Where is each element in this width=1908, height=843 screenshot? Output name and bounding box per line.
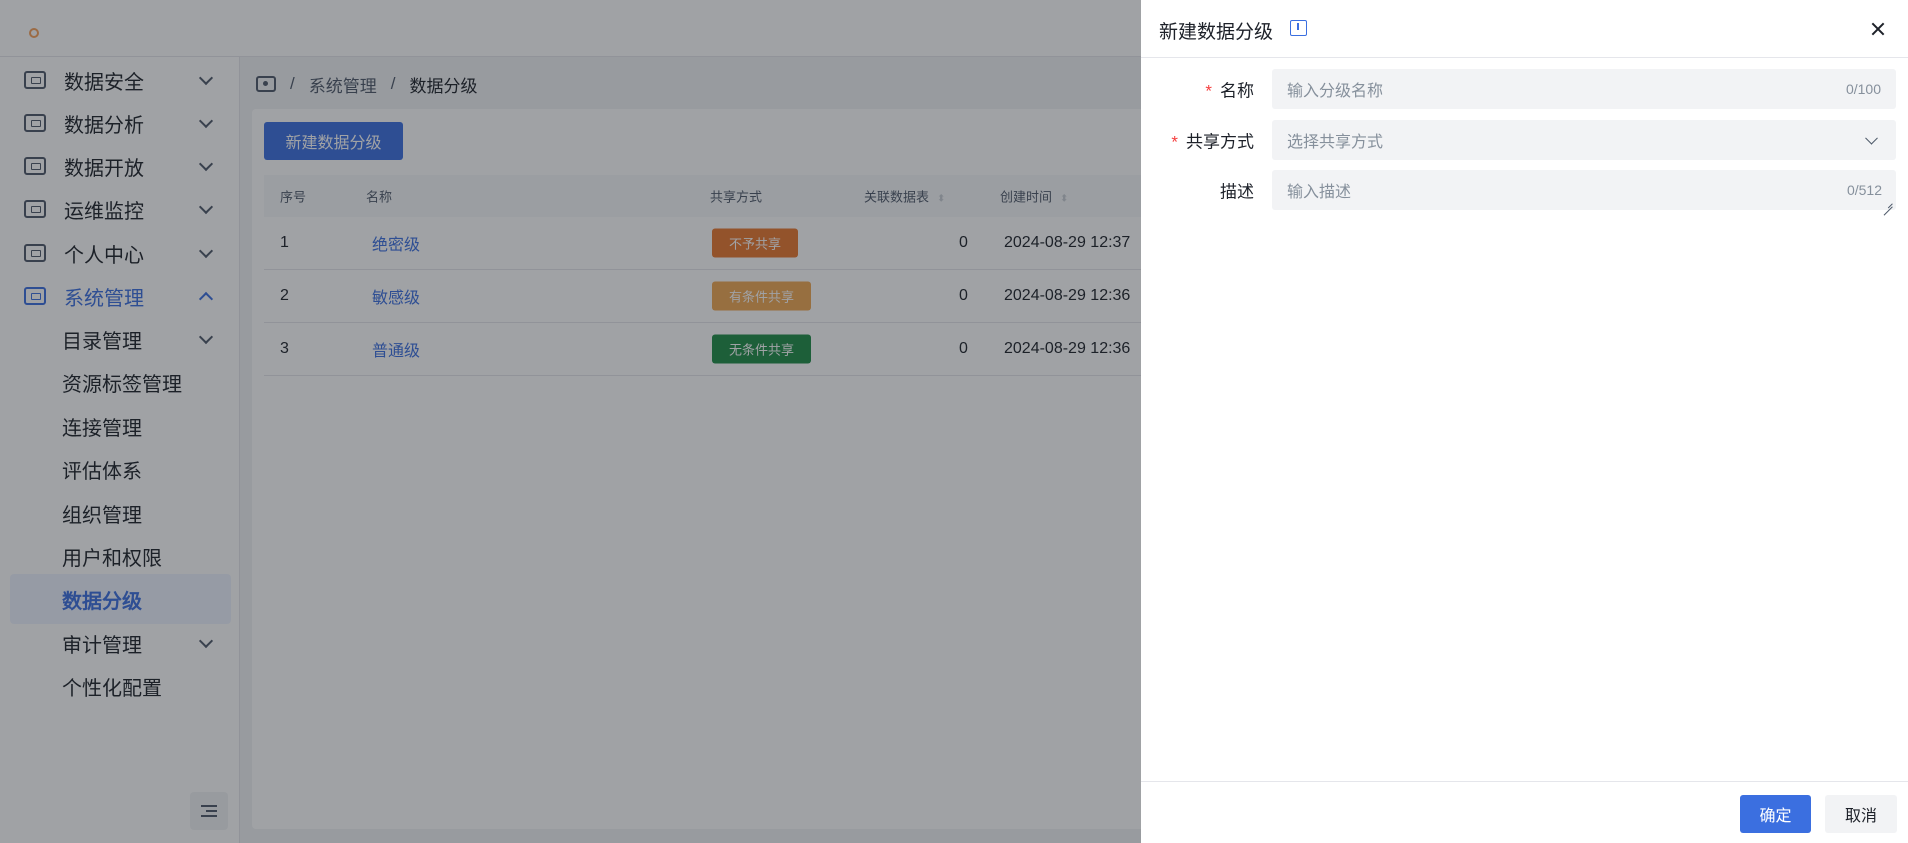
name-input[interactable]: 输入分级名称 0/100 [1272,69,1896,109]
resize-handle-icon[interactable] [1883,197,1893,207]
create-classification-drawer: 新建数据分级 * 名称 输入分级名称 0/100 * 共享方式 选择共享方式 描述 … [1141,0,1908,843]
drawer-title: 新建数据分级 [1159,22,1274,43]
desc-char-count: 0/512 [1846,182,1882,198]
drawer-header: 新建数据分级 [1141,0,1908,58]
name-label-text: 名称 [1220,81,1254,101]
required-mark: * [1205,81,1212,101]
share-label-text: 共享方式 [1186,132,1254,152]
cancel-button[interactable]: 取消 [1825,795,1897,833]
close-icon[interactable] [1869,20,1887,38]
name-label: * 名称 [1205,77,1254,102]
chevron-down-icon [1865,131,1878,145]
name-placeholder: 输入分级名称 [1287,83,1384,100]
desc-label: 描述 [1220,182,1254,202]
name-char-count: 0/100 [1845,81,1881,97]
share-placeholder: 选择共享方式 [1287,134,1384,151]
desc-placeholder: 输入描述 [1287,184,1352,201]
desc-textarea[interactable]: 输入描述 0/512 [1272,170,1896,210]
form-row-name: * 名称 输入分级名称 0/100 [1141,69,1908,109]
share-label: * 共享方式 [1171,128,1254,153]
confirm-button[interactable]: 确定 [1740,795,1811,833]
required-mark: * [1171,132,1178,152]
form-row-desc: 描述 输入描述 0/512 [1141,170,1908,210]
info-icon[interactable] [1290,20,1307,36]
form-row-share: * 共享方式 选择共享方式 [1141,120,1908,160]
share-select[interactable]: 选择共享方式 [1272,120,1896,160]
drawer-footer: 确定 取消 [1141,781,1908,843]
